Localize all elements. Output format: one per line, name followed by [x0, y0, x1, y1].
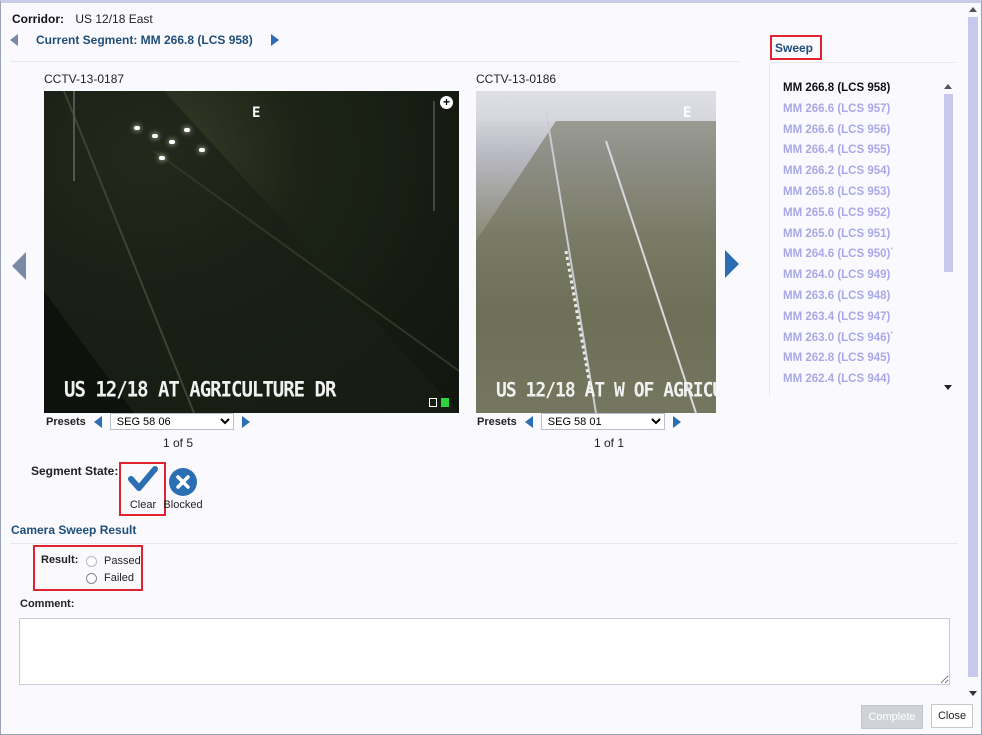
passed-radio[interactable] [86, 555, 97, 567]
divider [769, 63, 770, 396]
camera-1-caption: US 12/18 AT AGRICULTURE DR [64, 377, 336, 403]
previous-camera-icon[interactable] [12, 252, 26, 280]
camera-2-presets: Presets SEG 58 01 [477, 413, 681, 430]
sweep-item[interactable]: MM 264.0 (LCS 949) [783, 265, 933, 286]
camera-1-zoom-icon[interactable]: + [440, 96, 453, 109]
divider [770, 62, 956, 63]
camera-1-status-square-icon [429, 398, 437, 407]
passed-option[interactable]: Passed [86, 555, 141, 567]
camera-2-pager: 1 of 1 [594, 436, 625, 450]
complete-button[interactable]: Complete [861, 705, 923, 729]
camera-1-presets: Presets SEG 58 06 [46, 413, 250, 430]
sweep-list: MM 266.8 (LCS 958) MM 266.6 (LCS 957) MM… [783, 78, 933, 396]
failed-option[interactable]: Failed [86, 572, 134, 584]
camera-1-preset-next-icon[interactable] [241, 415, 250, 428]
camera-sweep-result-title: Camera Sweep Result [11, 523, 137, 537]
scroll-up-icon[interactable] [969, 7, 977, 12]
sweep-item[interactable]: MM 263.4 (LCS 947) [783, 307, 933, 328]
sweep-item[interactable]: MM 266.4 (LCS 955) [783, 140, 933, 161]
result-highlight [33, 545, 143, 591]
scroll-down-icon[interactable] [969, 691, 977, 696]
camera-2-preset-select[interactable]: SEG 58 01 [540, 413, 665, 430]
scroll-up-icon[interactable] [944, 84, 952, 89]
camera-1-preset-select[interactable]: SEG 58 06 [109, 413, 234, 430]
camera-2-direction-badge: E [683, 105, 692, 121]
segment-state-label: Segment State: [31, 464, 119, 478]
sweep-item[interactable]: MM 262.8 (LCS 945) [783, 348, 933, 369]
next-segment-icon[interactable] [270, 34, 279, 46]
camera-1-status-green-icon [441, 398, 449, 407]
failed-label: Failed [104, 572, 134, 584]
divider [10, 543, 958, 544]
camera-1-feed[interactable]: E + US 12/18 AT AGRICULTURE DR [44, 91, 459, 413]
blocked-x-icon [169, 468, 197, 496]
previous-segment-icon[interactable] [10, 34, 18, 46]
camera-2-preset-prev-icon[interactable] [524, 415, 533, 428]
next-camera-icon[interactable] [725, 250, 739, 278]
result-label: Result: [41, 554, 79, 566]
corridor-info: Corridor: US 12/18 East [12, 12, 153, 26]
failed-radio[interactable] [86, 572, 97, 584]
sweep-scrollbar[interactable] [943, 84, 955, 390]
main-scrollbar[interactable] [967, 5, 979, 698]
camera-2-presets-label: Presets [477, 415, 517, 428]
sweep-item[interactable]: MM 265.8 (LCS 953) [783, 182, 933, 203]
corridor-label: Corridor: [12, 12, 64, 26]
camera-2-scene [476, 91, 716, 413]
clear-highlight [119, 462, 166, 516]
comment-textarea[interactable] [19, 618, 950, 685]
close-button[interactable]: Close [931, 704, 973, 728]
camera-2-preset-next-icon[interactable] [672, 415, 681, 428]
segment-nav: Current Segment: MM 266.8 (LCS 958) [10, 33, 279, 47]
sweep-item[interactable]: MM 266.2 (LCS 954) [783, 161, 933, 182]
sweep-item[interactable]: MM 266.8 (LCS 958) [783, 78, 933, 99]
camera-1-id: CCTV-13-0187 [44, 72, 125, 86]
camera-2-feed[interactable]: E US 12/18 AT W OF AGRICULT [476, 91, 716, 413]
sweep-item[interactable]: MM 265.6 (LCS 952) [783, 203, 933, 224]
corridor-value: US 12/18 East [75, 12, 153, 26]
sweep-item[interactable]: MM 265.0 (LCS 951) [783, 224, 933, 245]
current-segment-title: Current Segment: MM 266.8 (LCS 958) [36, 33, 253, 47]
sweep-item[interactable]: MM 263.6 (LCS 948) [783, 286, 933, 307]
sweep-title: Sweep [775, 41, 814, 55]
passed-label: Passed [104, 555, 141, 567]
sweep-item[interactable]: MM 262.4 (LCS 944) [783, 369, 933, 390]
camera-1-pager: 1 of 5 [163, 436, 194, 450]
sweep-scroll-thumb[interactable] [944, 94, 953, 272]
camera-1-presets-label: Presets [46, 415, 86, 428]
camera-1-direction-badge: E [252, 105, 261, 121]
blocked-label: Blocked [163, 499, 203, 511]
scroll-down-icon[interactable] [944, 385, 952, 390]
main-scroll-thumb[interactable] [968, 17, 978, 677]
sweep-item[interactable]: MM 266.6 (LCS 957) [783, 99, 933, 120]
sweep-item[interactable]: MM 264.6 (LCS 950)* [783, 244, 933, 265]
comment-label: Comment: [20, 598, 75, 610]
sweep-item[interactable]: MM 263.0 (LCS 946)* [783, 328, 933, 349]
vehicle-lights [114, 116, 205, 166]
divider [10, 61, 740, 62]
camera-2-id: CCTV-13-0186 [476, 72, 557, 86]
camera-1-preset-prev-icon[interactable] [93, 415, 102, 428]
camera-2-caption: US 12/18 AT W OF AGRICULT [496, 378, 716, 403]
blocked-button[interactable]: Blocked [163, 468, 203, 511]
camera-1-scene [44, 91, 459, 413]
sweep-item[interactable]: MM 266.6 (LCS 956) [783, 120, 933, 141]
